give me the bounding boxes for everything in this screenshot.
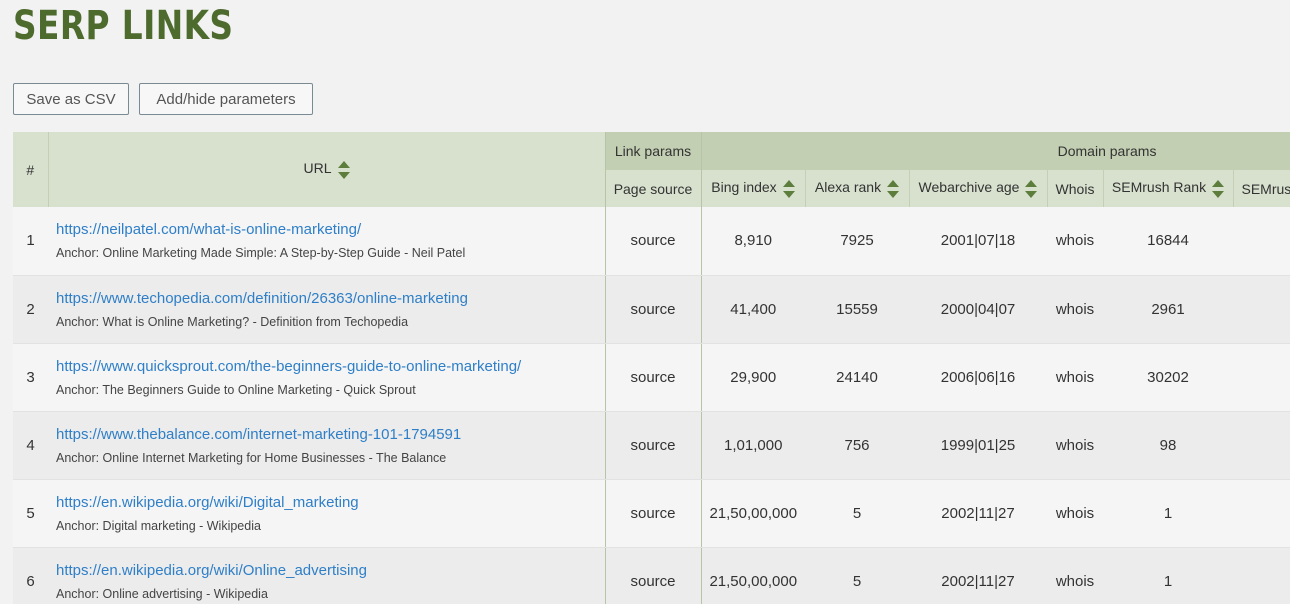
semrush-rank-label: SEMrush Rank (1111, 179, 1207, 196)
whois-link[interactable]: whois (1047, 343, 1103, 412)
semrush-more-value (1233, 479, 1290, 548)
row-number: 3 (13, 343, 48, 412)
url-cell: https://en.wikipedia.org/wiki/Digital_ma… (48, 479, 606, 548)
add-hide-parameters-button[interactable]: Add/hide parameters (139, 83, 313, 115)
webarchive-age-value: 2001|07|18 (909, 207, 1047, 276)
col-header-whois: Whois (1047, 170, 1104, 207)
col-header-bing-index[interactable]: Bing index (701, 170, 806, 207)
row-number: 5 (13, 479, 48, 548)
group-header-domain-params: Domain params (701, 132, 1290, 170)
anchor-text: Anchor: Online Internet Marketing for Ho… (56, 450, 447, 465)
anchor-text: Anchor: What is Online Marketing? - Defi… (56, 314, 409, 329)
row-number: 1 (13, 207, 48, 276)
alexa-rank-label: Alexa rank (814, 179, 882, 196)
result-url-link[interactable]: https://en.wikipedia.org/wiki/Digital_ma… (56, 494, 604, 511)
result-url-link[interactable]: https://en.wikipedia.org/wiki/Online_adv… (56, 562, 604, 579)
bing-index-value: 8,910 (701, 207, 805, 276)
sort-icon[interactable] (337, 160, 350, 179)
table-row: 4 https://www.thebalance.com/internet-mar… (13, 411, 1290, 480)
semrush-rank-value: 2961 (1103, 275, 1233, 344)
result-url-link[interactable]: https://neilpatel.com/what-is-online-mar… (56, 221, 604, 238)
col-header-url[interactable]: URL (48, 132, 606, 207)
page-source-link[interactable]: source (605, 547, 702, 604)
col-header-num: # (13, 132, 49, 207)
page-source-link[interactable]: source (605, 411, 702, 480)
url-cell: https://en.wikipedia.org/wiki/Online_adv… (48, 547, 606, 604)
semrush-rank-value: 1 (1103, 547, 1233, 604)
col-header-page-source: Page source (605, 170, 702, 207)
whois-link[interactable]: whois (1047, 479, 1103, 548)
webarchive-age-value: 2000|04|07 (909, 275, 1047, 344)
page-title: SERP LINKS (13, 3, 234, 49)
url-header-label: URL (303, 160, 332, 177)
whois-link[interactable]: whois (1047, 547, 1103, 604)
semrush-rank-value: 30202 (1103, 343, 1233, 412)
page-source-link[interactable]: source (605, 207, 702, 276)
bing-index-value: 21,50,00,000 (701, 547, 805, 604)
semrush-rank-value: 1 (1103, 479, 1233, 548)
row-number: 2 (13, 275, 48, 344)
page-source-link[interactable]: source (605, 479, 702, 548)
table-row: 1 https://neilpatel.com/what-is-online-ma… (13, 207, 1290, 276)
serp-links-table: # URL Link params Domain params Page sou… (13, 132, 1290, 604)
bing-index-value: 1,01,000 (701, 411, 805, 480)
alexa-rank-value: 24140 (805, 343, 909, 412)
alexa-rank-value: 5 (805, 479, 909, 548)
col-header-semrush-rank[interactable]: SEMrush Rank (1103, 170, 1234, 207)
semrush-more-value (1233, 547, 1290, 604)
anchor-text: Anchor: Digital marketing - Wikipedia (56, 518, 261, 533)
alexa-rank-value: 5 (805, 547, 909, 604)
row-number: 6 (13, 547, 48, 604)
semrush-more-value (1233, 411, 1290, 480)
table-row: 5 https://en.wikipedia.org/wiki/Digital_m… (13, 479, 1290, 548)
semrush-more-value (1233, 207, 1290, 276)
webarchive-age-value: 2002|11|27 (909, 547, 1047, 604)
page-source-link[interactable]: source (605, 275, 702, 344)
col-header-semrush-more: SEMrus (1233, 170, 1290, 207)
anchor-text: Anchor: Online advertising - Wikipedia (56, 586, 268, 601)
page-source-link[interactable]: source (605, 343, 702, 412)
url-cell: https://neilpatel.com/what-is-online-mar… (48, 207, 606, 276)
table-row: 3 https://www.quicksprout.com/the-beginne… (13, 343, 1290, 412)
semrush-more-value (1233, 343, 1290, 412)
result-url-link[interactable]: https://www.thebalance.com/internet-mark… (56, 426, 604, 443)
result-url-link[interactable]: https://www.quicksprout.com/the-beginner… (56, 358, 604, 375)
webarchive-age-value: 1999|01|25 (909, 411, 1047, 480)
webarchive-age-label: Webarchive age (918, 179, 1020, 196)
sort-icon[interactable] (1212, 179, 1225, 198)
save-as-csv-button[interactable]: Save as CSV (13, 83, 129, 115)
sort-icon[interactable] (887, 179, 900, 198)
alexa-rank-value: 7925 (805, 207, 909, 276)
group-header-link-params: Link params (605, 132, 702, 170)
whois-link[interactable]: whois (1047, 275, 1103, 344)
bing-index-value: 21,50,00,000 (701, 479, 805, 548)
url-cell: https://www.quicksprout.com/the-beginner… (48, 343, 606, 412)
semrush-rank-value: 16844 (1103, 207, 1233, 276)
anchor-text: Anchor: The Beginners Guide to Online Ma… (56, 382, 416, 397)
webarchive-age-value: 2002|11|27 (909, 479, 1047, 548)
anchor-text: Anchor: Online Marketing Made Simple: A … (56, 246, 466, 261)
sort-icon[interactable] (782, 179, 795, 198)
sort-icon[interactable] (1025, 179, 1038, 198)
url-cell: https://www.thebalance.com/internet-mark… (48, 411, 606, 480)
col-header-alexa-rank[interactable]: Alexa rank (805, 170, 910, 207)
alexa-rank-value: 15559 (805, 275, 909, 344)
col-header-webarchive-age[interactable]: Webarchive age (909, 170, 1048, 207)
result-url-link[interactable]: https://www.techopedia.com/definition/26… (56, 290, 604, 307)
whois-link[interactable]: whois (1047, 207, 1103, 276)
semrush-rank-value: 98 (1103, 411, 1233, 480)
bing-index-value: 29,900 (701, 343, 805, 412)
bing-index-label: Bing index (711, 179, 777, 196)
bing-index-value: 41,400 (701, 275, 805, 344)
alexa-rank-value: 756 (805, 411, 909, 480)
table-row: 2 https://www.techopedia.com/definition/2… (13, 275, 1290, 344)
whois-link[interactable]: whois (1047, 411, 1103, 480)
table-row: 6 https://en.wikipedia.org/wiki/Online_ad… (13, 547, 1290, 604)
semrush-more-value (1233, 275, 1290, 344)
webarchive-age-value: 2006|06|16 (909, 343, 1047, 412)
row-number: 4 (13, 411, 48, 480)
url-cell: https://www.techopedia.com/definition/26… (48, 275, 606, 344)
